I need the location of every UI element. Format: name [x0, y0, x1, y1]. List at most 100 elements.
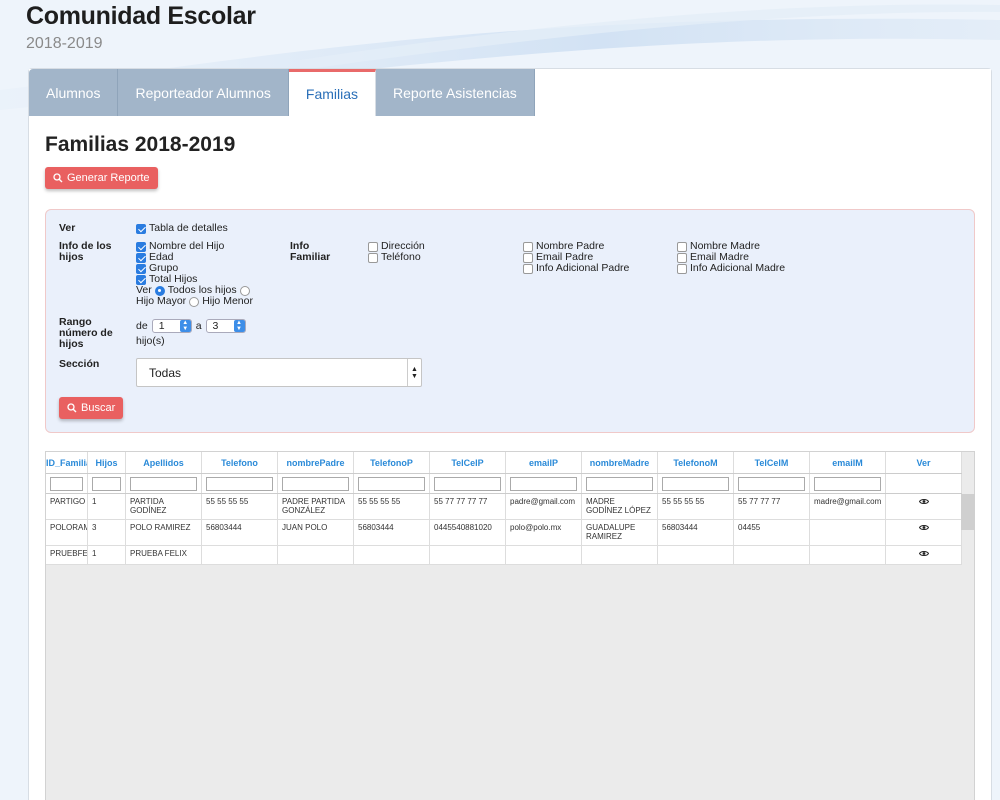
- hijo-menor-label: Hijo Menor: [202, 295, 253, 307]
- tab-alumnos[interactable]: Alumnos: [29, 69, 119, 116]
- rango-suffix: hijo(s): [136, 335, 165, 347]
- rango-from-stepper[interactable]: 1 ▲ ▼: [151, 319, 192, 333]
- eye-icon-glyph: [918, 524, 929, 531]
- filter-input-telefono[interactable]: [206, 476, 273, 491]
- table-header-row: ID_Familia Hijos Apellidos Telefono nombrePa…: [46, 452, 962, 474]
- filter-cell-nombre-madre: [582, 474, 658, 493]
- column-header-telefono[interactable]: Telefono: [202, 452, 278, 473]
- table-row[interactable]: PARTIGO 1 PARTIDA GODÍNEZ 55 55 55 55 PADRE …: [46, 494, 962, 520]
- column-header-ver[interactable]: Ver: [886, 452, 962, 473]
- cell-telefono-p: 56803444: [354, 520, 430, 545]
- cell-nombre-madre: GUADALUPE RAMIREZ: [582, 520, 658, 545]
- cell-telefono: [202, 546, 278, 564]
- cell-apellidos: PRUEBA FELIX: [126, 546, 202, 564]
- filter-input-id-familia[interactable]: [50, 476, 83, 491]
- filter-input-telefono-p[interactable]: [358, 476, 425, 491]
- cell-nombre-padre: [278, 546, 354, 564]
- table-row[interactable]: POLORAM 3 POLO RAMIREZ 56803444 JUAN POLO 568…: [46, 520, 962, 546]
- tab-reporte-asistencias[interactable]: Reporte Asistencias: [376, 69, 535, 116]
- column-header-telcel-m[interactable]: TelCelM: [734, 452, 810, 473]
- column-header-id-familia[interactable]: ID_Familia: [46, 452, 88, 473]
- telefono-option[interactable]: Teléfono: [368, 252, 421, 263]
- edad-checkbox[interactable]: [136, 252, 146, 263]
- filter-input-hijos[interactable]: [92, 476, 121, 491]
- hijo-menor-radio[interactable]: [189, 296, 200, 307]
- column-header-apellidos[interactable]: Apellidos: [126, 452, 202, 473]
- column-header-telefono-p[interactable]: TelefonoP: [354, 452, 430, 473]
- column-header-telefono-m[interactable]: TelefonoM: [658, 452, 734, 473]
- cell-telcel-p: 55 77 77 77 77: [430, 494, 506, 519]
- tabla-detalles-option[interactable]: Tabla de detalles: [136, 223, 228, 234]
- stepper-arrows-icon[interactable]: ▲ ▼: [179, 320, 191, 332]
- filter-cell-nombre-padre: [278, 474, 354, 493]
- chevron-down-icon[interactable]: ▲ ▼: [407, 359, 421, 386]
- info-adicional-padre-option[interactable]: Info Adicional Padre: [523, 263, 629, 274]
- eye-icon[interactable]: [886, 546, 962, 564]
- column-header-email-p[interactable]: emailP: [506, 452, 582, 473]
- info-adicional-padre-label: Info Adicional Padre: [536, 262, 630, 274]
- eye-icon[interactable]: [886, 494, 962, 519]
- cell-id-familia: POLORAM: [46, 520, 88, 545]
- filter-input-email-m[interactable]: [814, 476, 881, 491]
- filter-input-telcel-m[interactable]: [738, 476, 805, 491]
- rango-to-value: 3: [212, 319, 219, 332]
- tabla-detalles-label: Tabla de detalles: [149, 222, 228, 234]
- cell-id-familia: PRUEBFE: [46, 546, 88, 564]
- filter-panel: Ver Tabla de detalles Info de los hijos …: [45, 209, 975, 433]
- nombre-hijo-checkbox[interactable]: [136, 241, 146, 252]
- grupo-checkbox[interactable]: [136, 263, 146, 274]
- filter-cell-telefono: [202, 474, 278, 493]
- column-header-hijos[interactable]: Hijos: [88, 452, 126, 473]
- column-header-telcel-p[interactable]: TelCelP: [430, 452, 506, 473]
- seccion-select[interactable]: Todas ▲ ▼: [136, 358, 422, 387]
- filter-input-apellidos[interactable]: [130, 476, 197, 491]
- school-year: 2018-2019: [26, 35, 103, 52]
- rango-from-value: 1: [158, 319, 165, 332]
- generate-report-label: Generar Reporte: [67, 172, 150, 184]
- column-header-nombre-madre[interactable]: nombreMadre: [582, 452, 658, 473]
- email-padre-checkbox[interactable]: [523, 252, 533, 263]
- search-icon: [67, 403, 77, 413]
- info-adicional-madre-checkbox[interactable]: [677, 263, 687, 274]
- rango-row: de 1 ▲ ▼ a 3 ▲ ▼: [136, 319, 246, 333]
- app-title: Comunidad Escolar: [26, 2, 256, 30]
- filter-input-telefono-m[interactable]: [662, 476, 729, 491]
- stepper-arrows-icon[interactable]: ▲ ▼: [233, 320, 245, 332]
- generate-report-button[interactable]: Generar Reporte: [45, 167, 158, 189]
- todos-hijos-radio[interactable]: [154, 285, 165, 296]
- column-header-nombre-padre[interactable]: nombrePadre: [278, 452, 354, 473]
- table-row[interactable]: PRUEBFE 1 PRUEBA FELIX: [46, 546, 962, 565]
- total-hijos-checkbox[interactable]: [136, 274, 146, 285]
- info-adicional-padre-checkbox[interactable]: [523, 263, 533, 274]
- table-scrollbar[interactable]: [961, 494, 975, 530]
- rango-to-stepper[interactable]: 3 ▲ ▼: [205, 319, 246, 333]
- filter-input-nombre-madre[interactable]: [586, 476, 653, 491]
- telefono-checkbox[interactable]: [368, 252, 378, 263]
- tabla-detalles-checkbox[interactable]: [136, 223, 146, 234]
- cell-email-m: madre@gmail.com: [810, 494, 886, 519]
- email-madre-checkbox[interactable]: [677, 252, 687, 263]
- rango-a-label: a: [195, 319, 202, 332]
- tab-familias[interactable]: Familias: [288, 69, 377, 116]
- cell-nombre-madre: MADRE GODÍNEZ LÓPEZ: [582, 494, 658, 519]
- tab-reporteador-alumnos[interactable]: Reporteador Alumnos: [118, 69, 289, 116]
- filter-input-telcel-p[interactable]: [434, 476, 501, 491]
- hijo-mayor-radio[interactable]: [239, 285, 250, 296]
- cell-hijos: 3: [88, 520, 126, 545]
- filter-input-email-p[interactable]: [510, 476, 577, 491]
- eye-icon[interactable]: [886, 520, 962, 545]
- column-header-email-m[interactable]: emailM: [810, 452, 886, 473]
- buscar-button[interactable]: Buscar: [59, 397, 124, 419]
- cell-apellidos: POLO RAMIREZ: [126, 520, 202, 545]
- cell-telcel-m: 55 77 77 77: [734, 494, 810, 519]
- cell-telefono-m: 55 55 55 55: [658, 494, 734, 519]
- info-adicional-madre-option[interactable]: Info Adicional Madre: [677, 263, 785, 274]
- buscar-label: Buscar: [81, 402, 116, 414]
- nombre-padre-checkbox[interactable]: [523, 241, 533, 252]
- nombre-madre-checkbox[interactable]: [677, 241, 687, 252]
- hijo-mayor-label: Hijo Mayor: [136, 295, 187, 307]
- direccion-checkbox[interactable]: [368, 241, 378, 252]
- rango-label: Rango número de hijos: [59, 316, 113, 350]
- filter-input-nombre-padre[interactable]: [282, 476, 349, 491]
- cell-nombre-padre: JUAN POLO: [278, 520, 354, 545]
